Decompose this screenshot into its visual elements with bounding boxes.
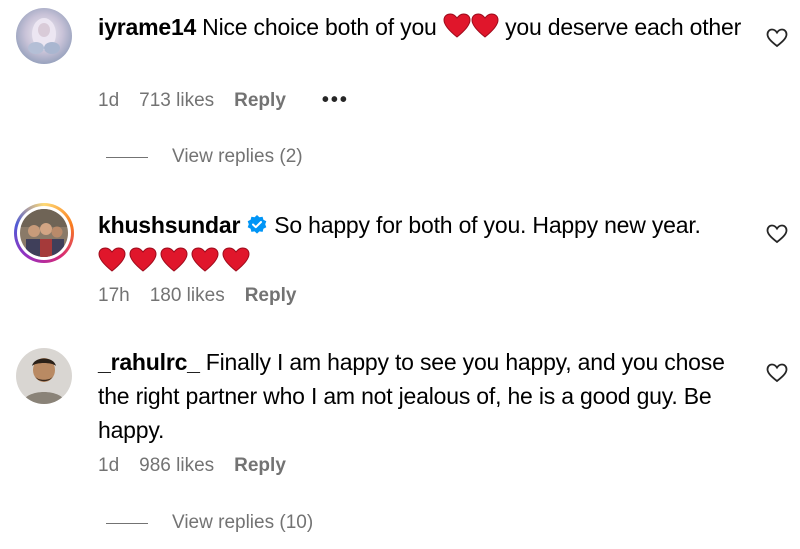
avatar	[20, 209, 68, 257]
avatar[interactable]	[16, 8, 72, 64]
divider-line	[106, 156, 148, 158]
comment-text: Nice choice both of you	[202, 14, 437, 40]
view-replies-button[interactable]: View replies (10)	[106, 512, 313, 534]
red-heart-emoji	[129, 247, 157, 272]
heart-outline-icon[interactable]	[766, 28, 788, 48]
likes-count[interactable]: 986 likes	[139, 455, 214, 477]
red-heart-emoji	[191, 247, 219, 272]
likes-count[interactable]: 180 likes	[150, 285, 225, 307]
avatar-image	[16, 8, 72, 64]
avatar-image	[20, 209, 68, 257]
more-options-icon[interactable]: •••	[322, 89, 349, 112]
avatar-story-ring[interactable]	[14, 203, 74, 263]
reply-button[interactable]: Reply	[234, 455, 286, 477]
comment-meta: 17h 180 likes Reply	[98, 285, 316, 307]
view-replies-label: View replies (10)	[172, 512, 314, 533]
divider-line	[106, 522, 148, 524]
red-heart-emoji	[471, 13, 499, 38]
username[interactable]: khushsundar	[98, 212, 240, 238]
comment-body: _rahulrc_ Finally I am happy to see you h…	[98, 345, 748, 447]
red-heart-emoji	[98, 247, 126, 272]
comment-meta: 1d 713 likes Reply •••	[98, 89, 369, 112]
timestamp: 1d	[98, 89, 120, 111]
comment-body: khushsundar So happy for both of you. Ha…	[98, 208, 748, 278]
comment-text: So happy for both of you. Happy new year…	[274, 212, 701, 238]
red-heart-emoji	[222, 247, 250, 272]
comment-text-continued: you deserve each other	[505, 14, 742, 40]
reply-button[interactable]: Reply	[234, 90, 286, 112]
username[interactable]: _rahulrc_	[98, 349, 200, 375]
heart-outline-icon[interactable]	[766, 224, 788, 244]
timestamp: 17h	[98, 285, 130, 306]
likes-count[interactable]: 713 likes	[139, 90, 214, 112]
heart-outline-icon[interactable]	[766, 363, 788, 383]
timestamp: 1d	[98, 455, 120, 476]
username[interactable]: iyrame14	[98, 14, 196, 40]
view-replies-label: View replies (2)	[172, 146, 303, 167]
avatar-image	[16, 348, 72, 404]
comment-body: iyrame14 Nice choice both of you you dese…	[98, 10, 748, 44]
reply-button[interactable]: Reply	[245, 285, 297, 307]
red-heart-emoji	[443, 13, 471, 38]
heart-emoji-row	[98, 244, 748, 278]
verified-badge-icon	[247, 215, 267, 234]
comment-meta: 1d 986 likes Reply	[98, 455, 306, 477]
view-replies-button[interactable]: View replies (2)	[106, 146, 303, 168]
avatar[interactable]	[16, 348, 72, 404]
red-heart-emoji	[160, 247, 188, 272]
